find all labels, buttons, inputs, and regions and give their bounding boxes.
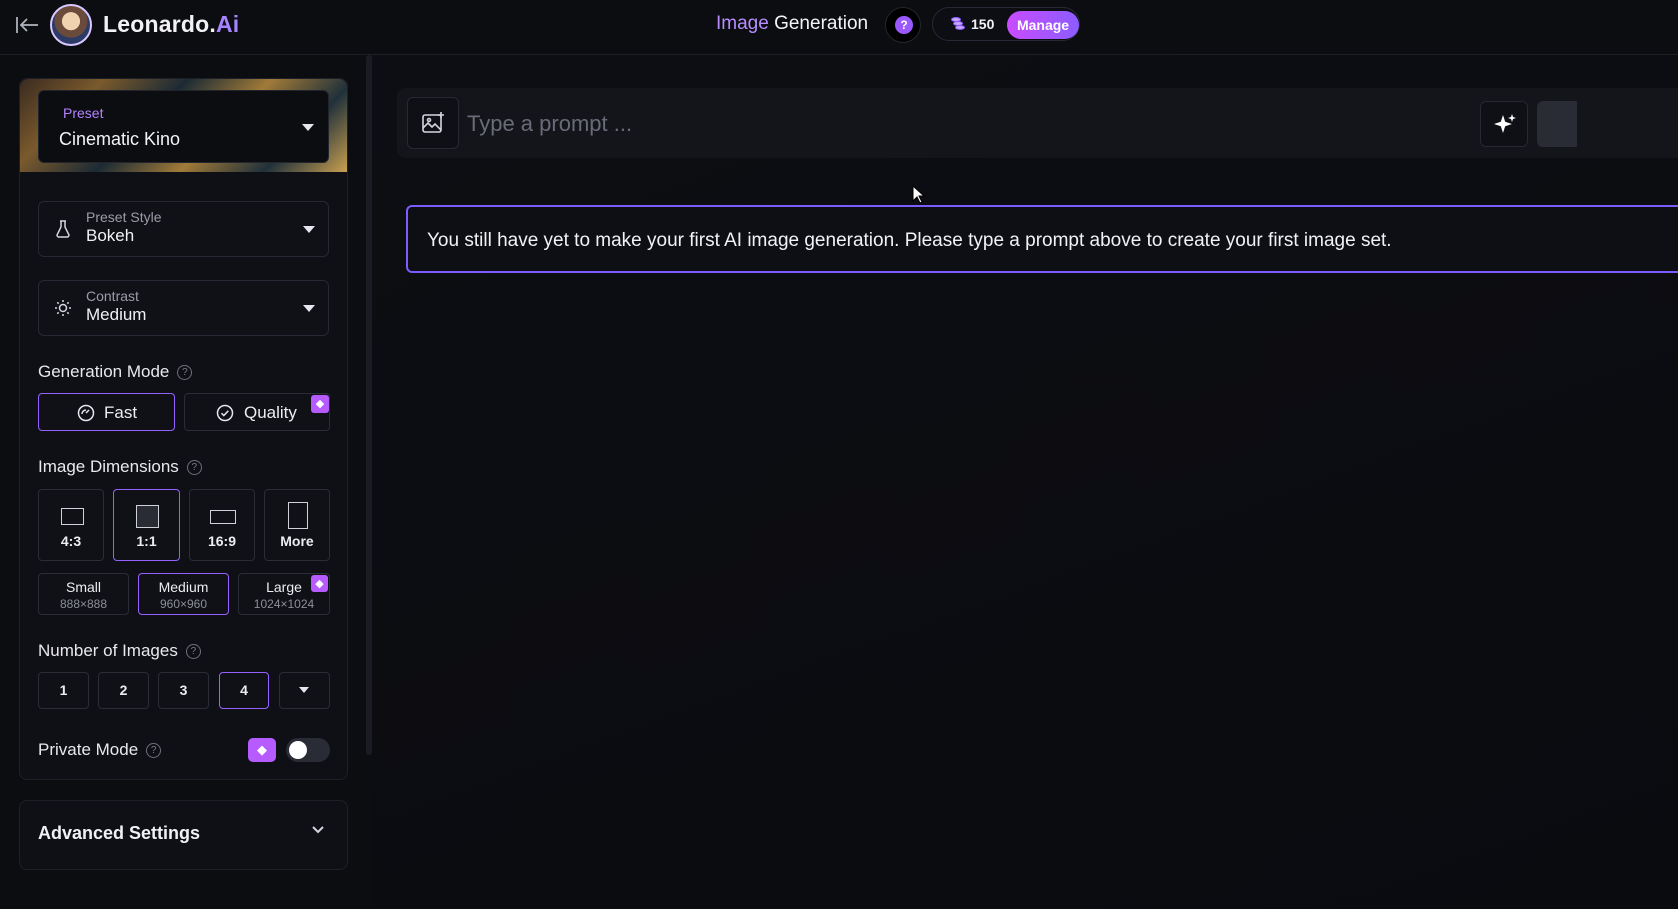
chevron-down-icon [312,826,324,834]
size-large-button[interactable]: Large 1024×1024 ◆ [238,573,330,615]
mouse-cursor-icon [912,185,926,204]
preset-banner: Preset Cinematic Kino [20,79,347,172]
page-title-accent: Image [716,13,769,34]
contrast-value: Medium [86,305,147,324]
main-area: You still have yet to make your first AI… [372,55,1678,909]
image-add-button[interactable] [407,97,459,149]
size-medium-button[interactable]: Medium 960×960 [138,573,229,615]
gem-icon: ◆ [248,738,276,762]
avatar[interactable] [50,4,92,46]
help-icon[interactable]: ? [186,460,202,475]
size-small-dims: 888×888 [59,597,108,611]
size-small-button[interactable]: Small 888×888 [38,573,129,615]
prompt-improve-button[interactable] [1480,101,1528,147]
size-medium-label: Medium [158,579,209,595]
advanced-settings-title: Advanced Settings [38,823,201,843]
help-icon[interactable]: ? [146,743,162,758]
ratio-4-3-label: 4:3 [60,533,82,549]
images-count-2[interactable]: 2 [98,672,149,709]
ratio-16-9-button[interactable]: 16:9 [189,489,255,561]
contrast-label: Contrast [86,288,139,304]
advanced-settings-panel[interactable]: Advanced Settings [19,800,348,870]
preset-select[interactable]: Preset Cinematic Kino [38,90,329,163]
flask-icon [53,219,73,239]
private-mode-heading: Private Mode? [38,740,162,760]
ratio-more-icon [288,502,308,529]
ratio-more-button[interactable]: More [264,489,330,561]
mode-fast-button[interactable]: Fast [38,393,175,431]
ratio-16-9-label: 16:9 [207,533,237,549]
ratio-1-1-icon [136,505,159,528]
ratio-16-9-icon [210,510,236,524]
ratio-more-label: More [280,533,314,549]
sparkle-icon [1494,114,1516,133]
size-medium-dims: 960×960 [159,597,208,611]
generate-button[interactable] [1537,101,1577,147]
brand-logo[interactable]: Leonardo.Ai [103,11,239,38]
help-button[interactable]: ? [885,7,921,43]
preset-style-select[interactable]: Preset Style Bokeh [38,201,329,257]
ratio-1-1-button[interactable]: 1:1 [113,489,180,561]
brand-text: Leonardo. [103,11,216,37]
generation-mode-heading: Generation Mode? [38,362,193,382]
prompt-bar [397,88,1678,158]
gem-icon: ◆ [311,395,329,413]
generation-mode-title: Generation Mode [38,362,170,381]
help-icon[interactable]: ? [185,644,201,659]
private-mode-toggle[interactable] [286,738,330,762]
page-title-rest: Generation [768,13,869,34]
chevron-down-icon [303,305,315,312]
sidebar: Preset Cinematic Kino Preset Style Bokeh… [19,78,348,780]
images-count-4[interactable]: 4 [219,672,269,709]
contrast-select[interactable]: Contrast Medium [38,280,329,336]
preset-style-value: Bokeh [86,226,135,245]
help-icon[interactable]: ? [177,365,193,380]
manage-button[interactable]: Manage [1007,11,1079,39]
chevron-down-icon [299,687,309,693]
image-dimensions-title: Image Dimensions [38,457,179,476]
preset-style-label: Preset Style [86,209,162,225]
help-icon: ? [895,16,913,34]
images-count-3[interactable]: 3 [158,672,209,709]
toggle-knob [289,741,307,759]
size-small-label: Small [65,579,101,595]
images-count-1[interactable]: 1 [38,672,89,709]
check-circle-icon [216,404,234,422]
back-arrow-icon[interactable] [14,12,40,38]
preset-value: Cinematic Kino [59,129,181,149]
ratio-4-3-button[interactable]: 4:3 [38,489,104,561]
preset-label: Preset [63,105,104,121]
credits-count: 150 [971,16,995,32]
size-large-dims: 1024×1024 [253,597,315,611]
mode-quality-button[interactable]: Quality ◆ [184,393,330,431]
chevron-down-icon [302,124,314,131]
ratio-4-3-icon [61,508,84,525]
chevron-down-icon [303,226,315,233]
mode-fast-label: Fast [104,403,138,422]
page-title: Image Generation [716,13,868,35]
images-count-dropdown[interactable] [279,672,330,709]
gem-icon: ◆ [311,575,328,592]
sun-icon [53,298,73,318]
image-dimensions-heading: Image Dimensions? [38,457,202,477]
gauge-icon [77,404,95,422]
coins-icon [951,17,965,31]
brand-accent-text: Ai [215,11,240,37]
ratio-1-1-label: 1:1 [136,533,157,549]
mode-quality-label: Quality [244,403,297,422]
prompt-input[interactable] [467,104,1447,144]
number-of-images-title: Number of Images [38,641,178,660]
private-mode-title: Private Mode [38,740,139,759]
empty-state-notice: You still have yet to make your first AI… [406,205,1678,273]
top-bar: Leonardo.Ai Image Generation ? 150 Manag… [0,0,1678,55]
image-add-icon [422,112,444,133]
number-of-images-heading: Number of Images? [38,641,201,661]
credits-pill: 150 Manage [932,7,1080,41]
empty-state-text: You still have yet to make your first AI… [427,230,1392,251]
